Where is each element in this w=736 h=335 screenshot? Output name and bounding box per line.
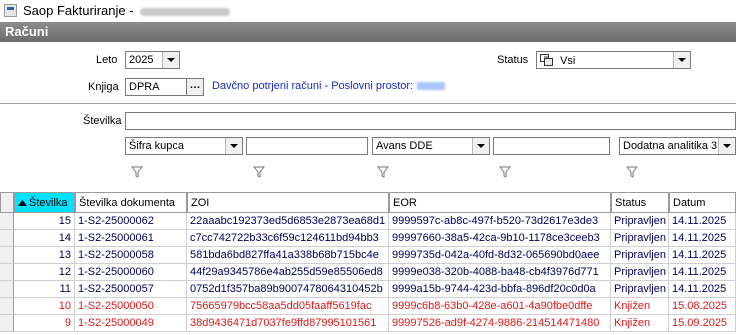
column-header-eor[interactable]: EOR: [389, 192, 611, 213]
row-selector[interactable]: [0, 315, 14, 332]
funnel-icon[interactable]: [377, 166, 389, 178]
knjiga-label: Knjiga: [88, 81, 119, 93]
filter-avans-input[interactable]: [493, 137, 610, 155]
cell-eor[interactable]: 9999e038-320b-4088-ba48-cb4f3976d771: [389, 264, 611, 281]
funnel-icon[interactable]: [626, 166, 638, 178]
cell-num[interactable]: 14: [14, 230, 75, 247]
cell-status[interactable]: Pripravljen: [611, 264, 669, 281]
column-header-stevilka-dokumenta[interactable]: Številka dokumenta: [75, 192, 187, 213]
row-selector[interactable]: [0, 298, 14, 315]
cell-zoi[interactable]: 0752d1f357ba89b9007478064310452b: [187, 281, 389, 298]
column-header-datum[interactable]: Datum: [669, 192, 736, 213]
cell-num[interactable]: 9: [14, 315, 75, 332]
column-header-stevilka[interactable]: Številka: [14, 192, 75, 213]
cell-eor[interactable]: 9999a15b-9744-423d-bbfa-896df20c0d0a: [389, 281, 611, 298]
column-header-status[interactable]: Status: [611, 192, 669, 213]
funnel-icon[interactable]: [499, 166, 511, 178]
redacted-company: [139, 7, 230, 16]
cell-eor[interactable]: 99997660-38a5-42ca-9b10-1178ce3ceeb3: [389, 230, 611, 247]
cell-num[interactable]: 11: [14, 281, 75, 298]
cell-doc[interactable]: 1-S2-25000061: [75, 230, 187, 247]
funnel-icon[interactable]: [253, 166, 265, 178]
filter-analitika-dropdown[interactable]: Dodatna analitika 3: [619, 137, 736, 155]
divider: [0, 103, 736, 104]
filter-sifra-kupca-input[interactable]: [246, 137, 368, 155]
cell-status[interactable]: Pripravljen: [611, 281, 669, 298]
cell-num[interactable]: 13: [14, 247, 75, 264]
filter-avans-dropdown[interactable]: Avans DDE: [372, 137, 490, 155]
cell-zoi[interactable]: 581bda6bd827ffa41a338b68b715bc4e: [187, 247, 389, 264]
cell-date[interactable]: 15.08.2025: [669, 298, 736, 315]
cell-date[interactable]: 14.11.2025: [669, 247, 736, 264]
filter-sifra-kupca-dropdown[interactable]: Šifra kupca: [125, 137, 243, 155]
cell-doc[interactable]: 1-S2-25000062: [75, 213, 187, 230]
knjiga-browse-button[interactable]: …: [186, 78, 204, 96]
cell-eor[interactable]: 9999735d-042a-40fd-8d32-065690bd0aee: [389, 247, 611, 264]
cell-num[interactable]: 10: [14, 298, 75, 315]
cell-eor[interactable]: 9999c6b8-63b0-428e-a601-4a90fbe0dffe: [389, 298, 611, 315]
table-row[interactable]: 13 1-S2-25000058 581bda6bd827ffa41a338b68b…: [0, 247, 736, 264]
leto-label: Leto: [96, 54, 118, 66]
table-row[interactable]: 15 1-S2-25000062 22aaabc192373ed5d6853e287…: [0, 213, 736, 230]
cell-date[interactable]: 14.11.2025: [669, 213, 736, 230]
cell-date[interactable]: 15.09.2025: [669, 315, 736, 332]
cell-doc[interactable]: 1-S2-25000060: [75, 264, 187, 281]
status-table-icon: [540, 54, 553, 66]
stevilka-label: Številka: [83, 115, 122, 127]
cell-doc[interactable]: 1-S2-25000058: [75, 247, 187, 264]
cell-num[interactable]: 15: [14, 213, 75, 230]
app-icon: [4, 4, 17, 17]
table-row[interactable]: 10 1-S2-25000050 75665979bcc58aa5dd05faaff…: [0, 298, 736, 315]
cell-status[interactable]: Pripravljen: [611, 213, 669, 230]
redacted-location: [417, 82, 446, 91]
status-dropdown[interactable]: Vsi: [536, 51, 691, 69]
cell-status[interactable]: Pripravljen: [611, 230, 669, 247]
chevron-down-icon[interactable]: [718, 138, 735, 154]
table-row[interactable]: 9 1-S2-25000049 38d9436471d7037fe9ffd87995…: [0, 315, 736, 332]
row-selector[interactable]: [0, 264, 14, 281]
row-selector[interactable]: [0, 281, 14, 298]
pane-title: Računi: [5, 24, 49, 39]
cell-status[interactable]: Knjižen: [611, 298, 669, 315]
cell-zoi[interactable]: 22aaabc192373ed5d6853e2873ea68d1: [187, 213, 389, 230]
chevron-down-icon[interactable]: [225, 138, 242, 154]
cell-date[interactable]: 14.11.2025: [669, 264, 736, 281]
chevron-down-icon[interactable]: [162, 52, 179, 68]
title-bar: Saop Fakturiranje -: [0, 0, 736, 23]
invoice-table: Številka Številka dokumenta ZOI EOR Stat…: [0, 192, 736, 335]
window-title: Saop Fakturiranje -: [23, 3, 230, 18]
sort-ascending-icon: [18, 200, 27, 206]
row-selector-header: [0, 192, 14, 213]
cell-eor[interactable]: 99997526-ad9f-4274-9886-214514471480: [389, 315, 611, 332]
cell-zoi[interactable]: 75665979bcc58aa5dd05faaff5619fac: [187, 298, 389, 315]
table-row[interactable]: 12 1-S2-25000060 44f29a9345786e4ab255d59e8…: [0, 264, 736, 281]
column-header-zoi[interactable]: ZOI: [187, 192, 389, 213]
row-selector[interactable]: [0, 247, 14, 264]
stevilka-input[interactable]: [125, 112, 736, 130]
knjiga-input[interactable]: DPRA: [125, 78, 187, 96]
table-row[interactable]: 11 1-S2-25000057 0752d1f357ba89b9007478064…: [0, 281, 736, 298]
cell-status[interactable]: Pripravljen: [611, 247, 669, 264]
status-label: Status: [497, 54, 529, 66]
knjiga-description: Davčno potrjeni računi - Poslovni prosto…: [212, 80, 446, 92]
pane-header: Računi: [0, 22, 736, 42]
cell-doc[interactable]: 1-S2-25000049: [75, 315, 187, 332]
cell-date[interactable]: 14.11.2025: [669, 281, 736, 298]
chevron-down-icon[interactable]: [673, 52, 690, 68]
row-selector[interactable]: [0, 213, 14, 230]
funnel-icon[interactable]: [131, 166, 143, 178]
chevron-down-icon[interactable]: [472, 138, 489, 154]
cell-doc[interactable]: 1-S2-25000057: [75, 281, 187, 298]
cell-zoi[interactable]: c7cc742722b33c6f59c124611bd94bb3: [187, 230, 389, 247]
cell-zoi[interactable]: 38d9436471d7037fe9ffd87995101561: [187, 315, 389, 332]
cell-num[interactable]: 12: [14, 264, 75, 281]
cell-eor[interactable]: 9999597c-ab8c-497f-b520-73d2617e3de3: [389, 213, 611, 230]
table-row[interactable]: 14 1-S2-25000061 c7cc742722b33c6f59c124611…: [0, 230, 736, 247]
cell-zoi[interactable]: 44f29a9345786e4ab255d59e85506ed8: [187, 264, 389, 281]
cell-date[interactable]: 14.11.2025: [669, 230, 736, 247]
row-selector[interactable]: [0, 230, 14, 247]
cell-status[interactable]: Knjižen: [611, 315, 669, 332]
leto-dropdown[interactable]: 2025: [125, 51, 180, 69]
cell-doc[interactable]: 1-S2-25000050: [75, 298, 187, 315]
